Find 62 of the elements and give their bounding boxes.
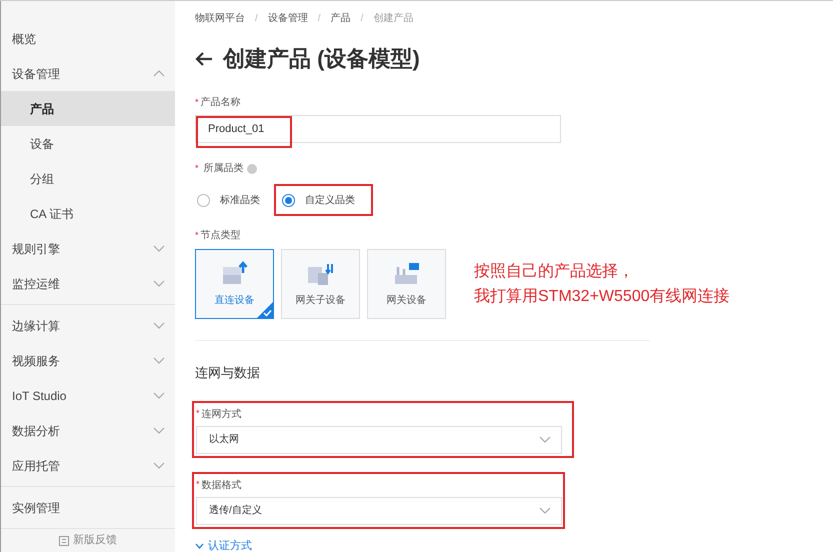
dropdown-select[interactable]: 透传/自定义 xyxy=(196,496,562,524)
node-type-card[interactable]: 网关设备 xyxy=(367,249,446,319)
breadcrumb-item[interactable]: 设备管理 xyxy=(268,11,308,26)
sidebar-item[interactable]: 视频服务 xyxy=(1,343,175,378)
field-label: 所属品类 xyxy=(204,162,244,176)
dropdown-select[interactable]: 以太网 xyxy=(196,426,562,454)
sidebar-item[interactable]: 监控运维 xyxy=(1,266,175,301)
field-label: 产品名称 xyxy=(200,96,241,110)
product-name-input[interactable]: Product_01 xyxy=(195,115,561,143)
field-label: 数据格式 xyxy=(202,478,242,492)
chevron-down-icon xyxy=(195,542,204,549)
required-mark: * xyxy=(195,228,199,242)
chevron-down-icon xyxy=(539,507,551,514)
sidebar-item[interactable]: 规则引擎 xyxy=(1,231,175,266)
breadcrumb-separator: / xyxy=(255,12,258,26)
radio-button[interactable] xyxy=(282,194,295,206)
feedback-icon xyxy=(59,536,69,546)
chevron-down-icon xyxy=(153,462,165,469)
radio-label: 标准品类 xyxy=(220,194,260,208)
node-type-card[interactable]: 直连设备 xyxy=(195,249,274,319)
chevron-down-icon xyxy=(539,436,551,443)
sidebar-item[interactable]: 概览 xyxy=(1,21,175,56)
node-type-card[interactable]: 网关子设备 xyxy=(281,249,360,319)
annotation-text: 我打算用STM32+W5500有线网连接 xyxy=(474,286,730,307)
chevron-down-icon xyxy=(153,427,165,434)
sidebar-item[interactable]: 应用托管 xyxy=(1,448,175,483)
sidebar-item[interactable]: 实例管理 xyxy=(1,490,175,525)
annotation-text: 按照自己的产品选择， xyxy=(474,262,635,282)
chevron-down-icon xyxy=(153,357,165,364)
field-label: 节点类型 xyxy=(200,228,241,243)
chevron-down-icon xyxy=(153,280,165,287)
stacked-cubes-arrow-icon xyxy=(220,260,248,286)
sidebar-item[interactable]: 分组 xyxy=(1,161,175,196)
sidebar-item[interactable]: IoT Studio xyxy=(1,378,175,413)
auth-method-toggle[interactable]: 认证方式 xyxy=(208,538,252,552)
check-corner-icon xyxy=(257,302,273,318)
required-mark: * xyxy=(196,407,200,420)
required-mark: * xyxy=(196,478,200,492)
required-mark: * xyxy=(195,162,199,175)
sidebar-item[interactable]: 数据分析 xyxy=(1,413,175,448)
help-icon xyxy=(246,164,257,174)
radio-label: 自定义品类 xyxy=(305,194,355,208)
page-title: 创建产品 (设备模型) xyxy=(223,45,420,73)
back-arrow-icon[interactable] xyxy=(195,52,213,66)
sidebar-item[interactable]: 设备管理 xyxy=(1,56,175,91)
chevron-up-icon xyxy=(153,70,165,77)
sidebar-item[interactable]: 边缘计算 xyxy=(1,308,175,343)
chevron-down-icon xyxy=(153,245,165,252)
required-mark: * xyxy=(195,96,199,109)
field-label: 连网方式 xyxy=(202,408,242,422)
chevron-down-icon xyxy=(153,322,165,329)
radio-button[interactable] xyxy=(197,194,210,206)
sidebar-item[interactable]: CA 证书 xyxy=(1,196,175,231)
breadcrumb-separator: / xyxy=(318,12,321,26)
chevron-down-icon xyxy=(153,392,165,399)
breadcrumb-item[interactable]: 物联网平台 xyxy=(195,11,245,26)
sidebar-item[interactable]: 产品 xyxy=(1,91,175,126)
section-title: 连网与数据 xyxy=(195,364,261,382)
breadcrumb-item: 创建产品 xyxy=(373,12,414,26)
breadcrumb-separator: / xyxy=(360,12,364,26)
sidebar-item[interactable]: 设备 xyxy=(1,126,175,161)
breadcrumb-item[interactable]: 产品 xyxy=(330,11,351,26)
